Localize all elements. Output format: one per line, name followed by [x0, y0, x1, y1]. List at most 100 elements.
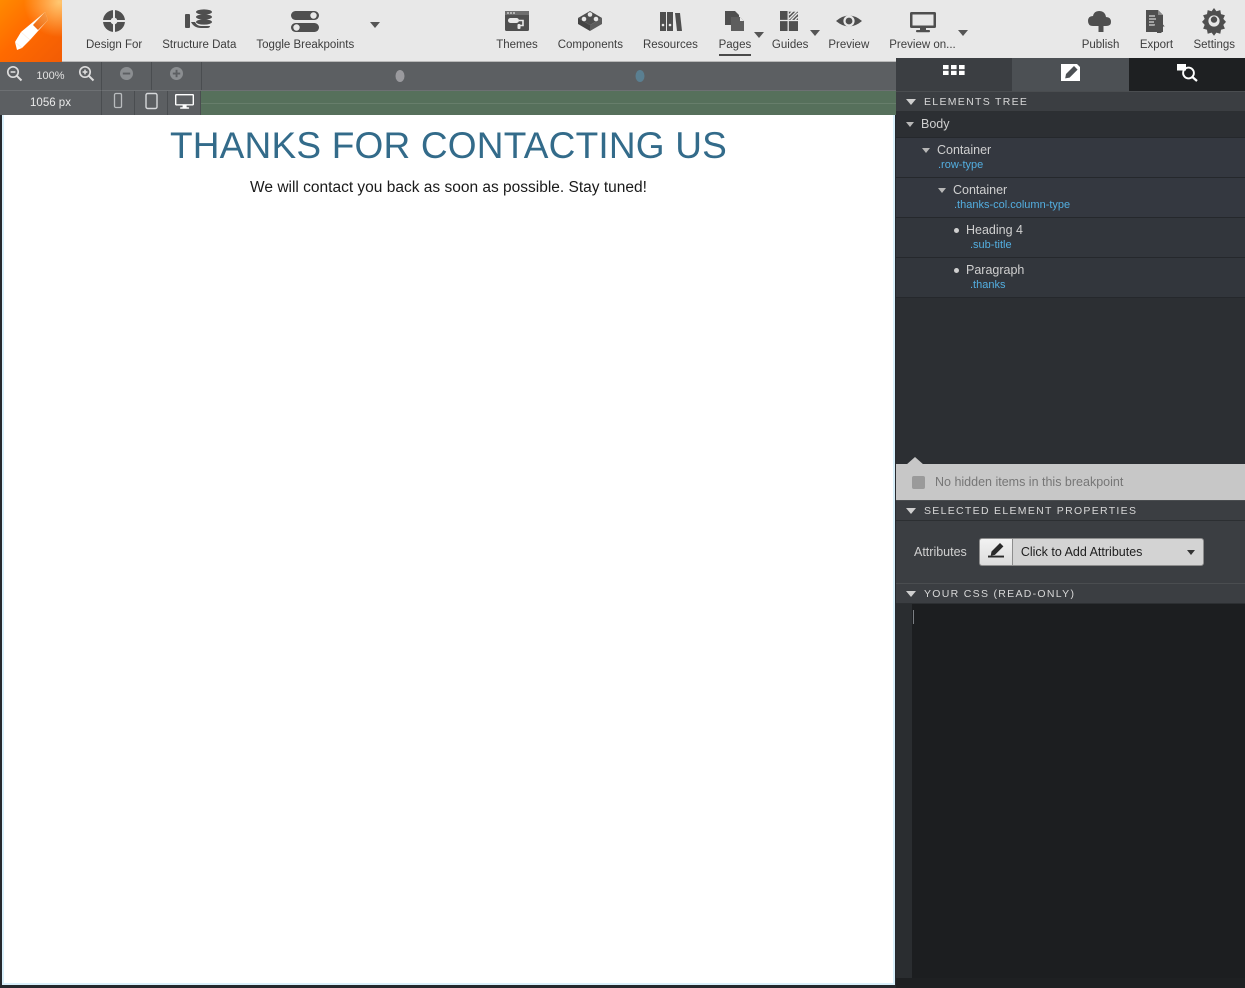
elements-tree[interactable]: Body Container .row-type Container .thanks-c… — [896, 112, 1245, 298]
target-crosshair-icon — [99, 4, 129, 38]
page-heading[interactable]: THANKS FOR CONTACTING US — [4, 125, 893, 167]
toolbar-breakpoints-chevron-down-icon[interactable] — [370, 22, 381, 28]
stacked-data-hand-icon — [183, 4, 215, 38]
circle-minus-icon — [119, 66, 134, 86]
toolbar-structure-data[interactable]: Structure Data — [152, 0, 246, 54]
toolbar-toggle-breakpoints[interactable]: Toggle Breakpoints — [246, 0, 364, 54]
elements-tree-title: ELEMENTS TREE — [924, 95, 1029, 108]
tab-elements[interactable] — [1012, 58, 1129, 91]
toolbar-preview-on-label: Preview on... — [889, 39, 956, 51]
tree-node-class: .sub-title — [970, 239, 1012, 251]
toolbar-pages[interactable]: Pages — [708, 0, 764, 56]
toolbar-themes[interactable]: Themes — [486, 0, 548, 54]
triangle-down-icon[interactable] — [906, 590, 916, 597]
triangle-down-icon[interactable] — [906, 98, 916, 105]
eye-icon — [834, 4, 864, 38]
paint-roller-window-icon — [502, 4, 532, 38]
toolbar-design-for[interactable]: Design For — [76, 0, 152, 54]
hidden-items-text: No hidden items in this breakpoint — [935, 475, 1124, 489]
magnifier-plus-icon[interactable] — [78, 65, 95, 87]
document-export-icon — [1141, 4, 1171, 38]
css-readonly-editor[interactable] — [896, 604, 1245, 978]
tree-node-label: Heading 4 — [966, 223, 1023, 237]
breakpoint-marker-2[interactable] — [635, 70, 645, 82]
tree-node-class: .row-type — [938, 159, 984, 171]
checkbox-unchecked-icon[interactable] — [912, 475, 925, 489]
toolbar-structure-data-label: Structure Data — [162, 39, 237, 51]
canvas-area: THANKS FOR CONTACTING US We will contact… — [0, 115, 896, 988]
attributes-row: Attributes Click to Add Attributes — [896, 521, 1245, 583]
pen-attribute-icon — [987, 542, 1005, 563]
elements-tree-header[interactable]: ELEMENTS TREE — [896, 91, 1245, 112]
tree-node-row: Heading 4 — [896, 223, 1245, 237]
bullet-icon — [954, 227, 959, 233]
tree-node[interactable]: Heading 4 .sub-title — [896, 218, 1245, 258]
attributes-dropdown[interactable]: Click to Add Attributes — [1011, 538, 1204, 566]
tree-node[interactable]: Body — [896, 112, 1245, 138]
toolbar-resources-label: Resources — [642, 39, 698, 51]
toolbar-guides-label: Guides — [771, 39, 809, 51]
toolbar-resources[interactable]: Resources — [633, 0, 708, 54]
device-tablet-button[interactable] — [135, 91, 168, 115]
toolbar-components[interactable]: Components — [548, 0, 633, 54]
add-breakpoint-button[interactable] — [152, 62, 202, 90]
desktop-icon — [174, 92, 195, 115]
tree-node-row: Container — [896, 183, 1245, 197]
pen-attribute-icon-button[interactable] — [978, 538, 1012, 566]
page-paragraph[interactable]: We will contact you back as soon as poss… — [4, 179, 893, 197]
selected-element-properties-title: SELECTED ELEMENT PROPERTIES — [924, 504, 1138, 517]
breakpoint-buttons — [102, 62, 202, 90]
tab-inspect[interactable] — [1129, 58, 1245, 91]
zoom-controls: 100% — [0, 62, 102, 90]
app-logo[interactable] — [0, 0, 62, 62]
tree-node[interactable]: Container .row-type — [896, 138, 1245, 178]
cloud-upload-icon — [1085, 4, 1117, 38]
canvas-width-label: 1056 px — [0, 90, 102, 115]
books-binders-icon — [655, 4, 685, 38]
triangle-down-icon[interactable] — [938, 187, 946, 193]
hidden-items-bar[interactable]: No hidden items in this breakpoint — [896, 457, 1245, 500]
toolbar-settings-label: Settings — [1193, 39, 1235, 51]
tree-node-label: Paragraph — [966, 263, 1025, 277]
right-inspector-panel: ELEMENTS TREE Body Container .row-type Cont… — [896, 58, 1245, 988]
device-buttons — [102, 90, 201, 115]
pen-page-icon — [1060, 63, 1081, 87]
inspector-tabs — [896, 58, 1245, 91]
bullet-icon — [954, 267, 959, 273]
hidden-items-notch-icon — [906, 457, 924, 465]
grid-squares-icon — [943, 64, 965, 85]
device-phone-button[interactable] — [102, 91, 135, 115]
device-desktop-button[interactable] — [168, 91, 201, 115]
toolbar-preview-on-chevron-down-icon[interactable] — [957, 30, 968, 36]
breakpoint-marker-1[interactable] — [395, 70, 405, 82]
page-canvas[interactable]: THANKS FOR CONTACTING US We will contact… — [2, 115, 895, 985]
tablet-icon — [144, 92, 159, 115]
tree-node[interactable]: Paragraph .thanks — [896, 258, 1245, 298]
triangle-down-icon[interactable] — [906, 507, 916, 514]
toggle-switches-icon — [287, 4, 323, 38]
tab-grid[interactable] — [896, 58, 1012, 91]
your-css-header[interactable]: YOUR CSS (READ-ONLY) — [896, 583, 1245, 604]
selected-element-properties-header[interactable]: SELECTED ELEMENT PROPERTIES — [896, 500, 1245, 521]
triangle-down-icon[interactable] — [922, 147, 930, 153]
toolbar-toggle-breakpoints-label: Toggle Breakpoints — [256, 39, 355, 51]
main-toolbar: Design For Structure Data Toggle Breakpo… — [0, 0, 1245, 62]
your-css-title: YOUR CSS (READ-ONLY) — [924, 587, 1076, 600]
gear-icon — [1199, 4, 1229, 38]
toolbar-preview-on[interactable]: Preview on... — [879, 0, 968, 54]
toolbar-design-for-label: Design For — [86, 39, 143, 51]
magnifier-minus-icon[interactable] — [6, 65, 23, 87]
toolbar-publish[interactable]: Publish — [1072, 0, 1130, 54]
toolbar-preview-label: Preview — [828, 39, 870, 51]
toolbar-guides[interactable]: Guides — [762, 0, 821, 54]
toolbar-preview[interactable]: Preview — [818, 0, 879, 54]
attributes-value: Click to Add Attributes — [1020, 545, 1143, 559]
css-editor-code[interactable] — [912, 604, 1245, 978]
remove-breakpoint-button[interactable] — [102, 62, 152, 90]
triangle-down-icon[interactable] — [906, 121, 914, 127]
toolbar-export[interactable]: Export — [1129, 0, 1183, 54]
zoom-level-value[interactable]: 100% — [36, 70, 64, 82]
tree-node[interactable]: Container .thanks-col.column-type — [896, 178, 1245, 218]
toolbar-settings[interactable]: Settings — [1183, 0, 1245, 54]
toolbar-export-label: Export — [1139, 39, 1174, 51]
